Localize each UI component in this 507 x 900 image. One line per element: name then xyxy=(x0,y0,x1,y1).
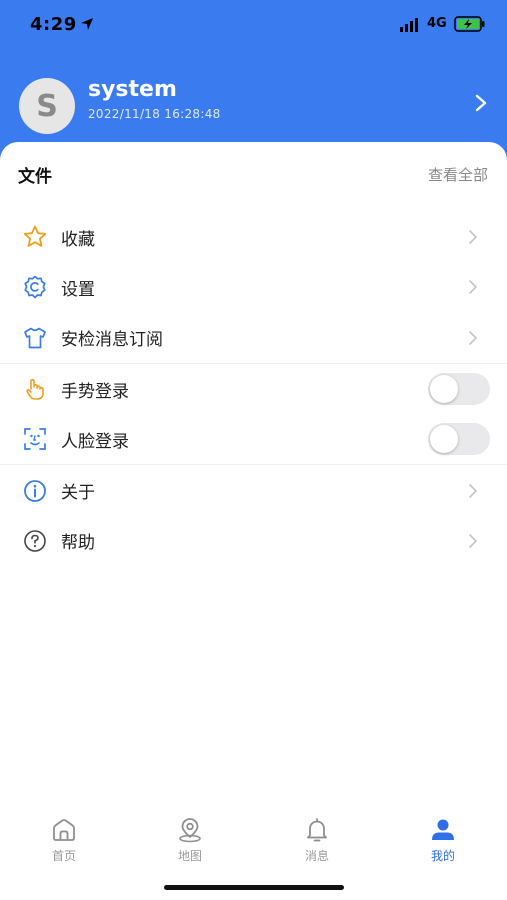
files-section-title: 文件 xyxy=(18,167,52,187)
profile-header: 4:29 4G S system 2022/11/18 16:28:48 xyxy=(0,0,507,160)
status-bar: 4:29 4G xyxy=(0,0,507,50)
toggle-knob xyxy=(430,425,458,454)
chevron-right-icon xyxy=(469,534,478,548)
menu-item-favorites[interactable]: 收藏 xyxy=(0,212,507,262)
menu-item-settings[interactable]: 设置 xyxy=(0,262,507,312)
content-card: 文件 查看全部 收藏 设置 安检消息订阅 手势登录 人脸登录 关于 帮助 xyxy=(0,142,507,842)
username: system xyxy=(88,77,177,102)
question-icon xyxy=(24,530,46,552)
home-icon xyxy=(53,819,75,841)
hand-gesture-icon xyxy=(26,378,44,400)
map-pin-icon xyxy=(179,818,201,843)
chevron-right-icon[interactable] xyxy=(473,94,489,112)
avatar[interactable]: S xyxy=(19,78,75,134)
face-login-toggle[interactable] xyxy=(428,423,490,456)
menu-item-help[interactable]: 帮助 xyxy=(0,516,507,566)
tab-label: 我的 xyxy=(430,849,455,863)
menu-item-security-subscription[interactable]: 安检消息订阅 xyxy=(0,313,507,363)
star-icon xyxy=(23,225,47,248)
face-scan-icon xyxy=(24,428,46,451)
menu-item-face-login: 人脸登录 xyxy=(0,414,507,464)
tab-mine[interactable]: 我的 xyxy=(403,816,483,876)
menu-label: 关于 xyxy=(61,483,95,504)
menu-label: 人脸登录 xyxy=(61,431,129,452)
view-all-link[interactable]: 查看全部 xyxy=(428,164,488,185)
tab-label: 首页 xyxy=(51,849,76,863)
status-time: 4:29 xyxy=(30,14,77,35)
tab-home[interactable]: 首页 xyxy=(24,816,104,876)
login-time: 2022/11/18 16:28:48 xyxy=(88,107,221,121)
menu-label: 设置 xyxy=(61,279,95,300)
menu-item-gesture-login: 手势登录 xyxy=(0,364,507,414)
chevron-right-icon xyxy=(469,230,478,244)
chevron-right-icon xyxy=(469,280,478,295)
tab-label: 地图 xyxy=(177,849,202,863)
home-indicator xyxy=(164,885,344,890)
tab-bar: 首页 地图 消息 我的 xyxy=(0,816,507,876)
menu-label: 帮助 xyxy=(61,533,95,554)
profile-row[interactable]: S system 2022/11/18 16:28:48 xyxy=(0,70,507,134)
gesture-login-toggle[interactable] xyxy=(428,373,490,406)
settings-menu: 收藏 设置 安检消息订阅 手势登录 人脸登录 关于 帮助 xyxy=(0,212,507,566)
bell-icon xyxy=(307,818,327,842)
shirt-icon xyxy=(24,327,46,349)
tab-map[interactable]: 地图 xyxy=(150,816,230,876)
signal-icon xyxy=(400,18,418,32)
location-arrow-icon xyxy=(81,18,93,30)
tab-messages[interactable]: 消息 xyxy=(277,816,357,876)
menu-label: 手势登录 xyxy=(61,381,129,402)
user-icon xyxy=(432,819,454,840)
battery-charging-icon xyxy=(454,16,485,32)
menu-label: 安检消息订阅 xyxy=(61,330,163,351)
menu-item-about[interactable]: 关于 xyxy=(0,465,507,515)
toggle-knob xyxy=(430,375,458,404)
tab-label: 消息 xyxy=(304,849,329,863)
chevron-right-icon xyxy=(469,330,478,345)
menu-label: 收藏 xyxy=(61,229,95,250)
info-icon xyxy=(24,479,46,502)
gear-icon xyxy=(24,276,46,299)
chevron-right-icon xyxy=(469,483,478,498)
network-type: 4G xyxy=(427,16,447,31)
